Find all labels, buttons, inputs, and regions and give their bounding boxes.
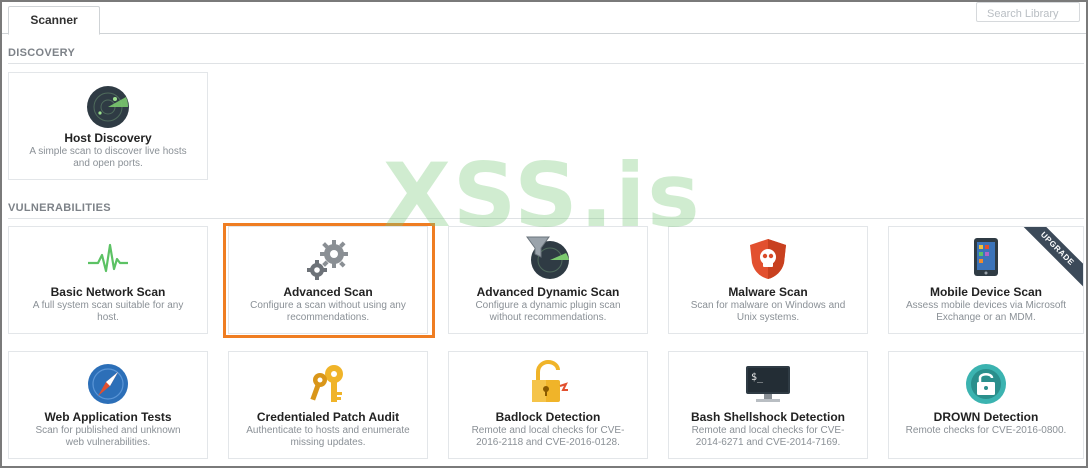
section-title-discovery: DISCOVERY (8, 47, 76, 59)
scan-card-bash-shellshock[interactable]: $_ Bash Shellshock Detection Remote and … (668, 351, 868, 459)
padlock-icon (532, 360, 568, 402)
card-title: Advanced Dynamic Scan (476, 285, 620, 299)
tab-scanner[interactable]: Scanner (8, 6, 100, 35)
card-description: Remote and local checks for CVE-2016-211… (471, 425, 625, 448)
card-title: Badlock Detection (495, 410, 601, 424)
scanner-library-window: Scanner DISCOVERY Host Discovery A simpl… (0, 0, 1088, 468)
card-description: Scan for published and unknown web vulne… (35, 425, 181, 448)
card-description: A simple scan to discover live hosts and… (29, 146, 187, 169)
terminal-icon: $_ (746, 366, 790, 402)
card-description: A full system scan suitable for any host… (32, 300, 184, 323)
section-title-vulnerabilities: VULNERABILITIES (8, 202, 111, 214)
card-title: Host Discovery (64, 131, 152, 145)
svg-text:$_: $_ (751, 372, 764, 383)
card-title: Web Application Tests (44, 410, 172, 424)
section-divider (8, 63, 1084, 64)
scan-card-web-application[interactable]: Web Application Tests Scan for published… (8, 351, 208, 459)
radar-icon (87, 86, 129, 128)
drown-lock-icon (966, 364, 1006, 404)
scan-card-credentialed-patch-audit[interactable]: Credentialed Patch Audit Authenticate to… (228, 351, 428, 459)
scan-card-basic-network[interactable]: Basic Network Scan A full system scan su… (8, 226, 208, 334)
card-description: Remote and local checks for CVE-2014-627… (691, 425, 845, 448)
card-description: Configure a dynamic plugin scan without … (475, 300, 621, 323)
card-description: Assess mobile devices via Microsoft Exch… (905, 300, 1067, 323)
card-description: Remote checks for CVE-2016-0800. (905, 425, 1067, 436)
card-title: DROWN Detection (933, 410, 1039, 424)
scan-card-drown[interactable]: DROWN Detection Remote checks for CVE-20… (888, 351, 1084, 459)
mobile-phone-icon (974, 238, 998, 276)
search-library-input[interactable] (976, 2, 1080, 22)
keys-icon (310, 365, 343, 402)
skull-shield-icon (750, 239, 786, 279)
compass-icon (88, 364, 128, 404)
scan-card-mobile-device[interactable]: UPGRADE Mobile Device Scan Assess mobile… (888, 226, 1084, 334)
card-description: Authenticate to hosts and enumerate miss… (246, 425, 410, 448)
card-title: Mobile Device Scan (929, 285, 1043, 299)
upgrade-badge: UPGRADE (1017, 227, 1083, 289)
card-title: Bash Shellshock Detection (690, 410, 846, 424)
card-title: Credentialed Patch Audit (256, 410, 400, 424)
tab-bar: Scanner (2, 2, 1086, 35)
watermark: XSS.is (383, 144, 702, 247)
card-title: Malware Scan (728, 285, 808, 299)
scan-card-host-discovery[interactable]: Host Discovery A simple scan to discover… (8, 72, 208, 180)
card-description: Scan for malware on Windows and Unix sys… (690, 300, 846, 323)
heartbeat-icon (88, 243, 128, 273)
scan-card-badlock[interactable]: Badlock Detection Remote and local check… (448, 351, 648, 459)
card-title: Basic Network Scan (50, 285, 166, 299)
